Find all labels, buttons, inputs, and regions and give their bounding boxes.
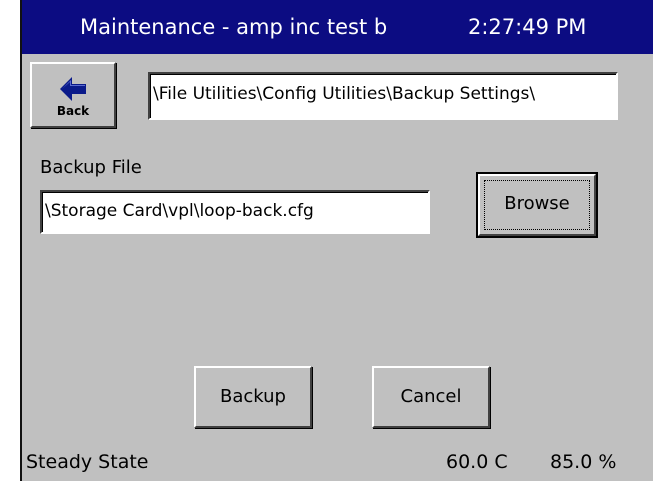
back-arrow-icon xyxy=(60,77,86,101)
back-button[interactable]: Back xyxy=(30,62,116,128)
focus-ring xyxy=(484,180,590,230)
cancel-label: Cancel xyxy=(400,386,462,407)
screen: Maintenance - amp inc test b 2:27:49 PM … xyxy=(0,0,653,481)
backup-file-input[interactable]: \Storage Card\vpl\loop-back.cfg xyxy=(40,190,430,234)
backup-label: Backup xyxy=(220,386,286,407)
maintenance-panel: Maintenance - amp inc test b 2:27:49 PM … xyxy=(22,0,653,481)
cancel-button[interactable]: Cancel xyxy=(372,366,490,428)
backup-file-label: Backup File xyxy=(40,157,142,178)
title-bar: Maintenance - amp inc test b 2:27:49 PM xyxy=(22,0,653,54)
browse-button[interactable]: Browse xyxy=(476,172,598,238)
status-bar: Steady State 60.0 C 85.0 % xyxy=(22,445,653,481)
clock-time: 2:27:49 PM xyxy=(468,15,587,39)
window-title: Maintenance - amp inc test b xyxy=(80,15,388,39)
temperature-readout: 60.0 C xyxy=(446,451,508,473)
current-path-field: \File Utilities\Config Utilities\Backup … xyxy=(148,72,618,120)
status-state: Steady State xyxy=(26,451,149,473)
backup-button[interactable]: Backup xyxy=(194,366,312,428)
back-label: Back xyxy=(56,104,90,118)
humidity-readout: 85.0 % xyxy=(550,451,617,473)
